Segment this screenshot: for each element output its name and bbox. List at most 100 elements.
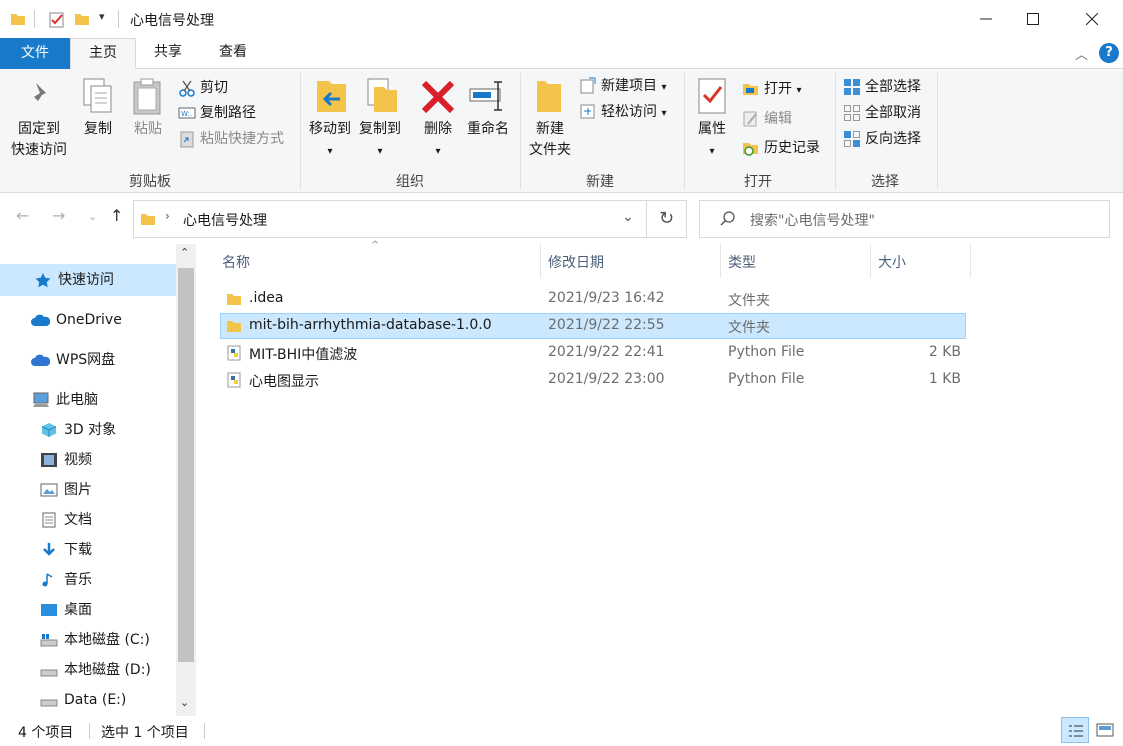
customize-toolbar-chevron-icon[interactable]: ▾ [99,10,105,23]
picture-icon [40,483,58,497]
tab-file[interactable]: 文件 [0,38,70,69]
recent-locations-chevron-icon[interactable]: ⌄ [88,210,97,223]
dropdown-chevron-icon: ▾ [709,146,715,157]
help-icon[interactable]: ? [1099,43,1119,63]
select-none-button[interactable]: 全部取消 [843,102,921,124]
up-arrow-icon[interactable]: ↑ [110,206,123,225]
pin-label-line1: 固定到 [18,121,60,137]
open-button[interactable]: 打开 ▾ [742,78,801,100]
folder-icon [227,294,241,305]
drive-icon [40,669,58,677]
copy-to-icon [367,78,397,112]
easy-access-label: 轻松访问 [601,104,657,120]
move-to-label: 移动到 [309,121,351,137]
sidebar-item-wps[interactable]: WPS网盘 [30,346,115,374]
sidebar-item-label: 桌面 [64,602,92,618]
copy-to-button[interactable]: 复制到 ▾ [354,119,406,162]
new-item-button[interactable]: 新建项目 ▾ [579,75,666,97]
address-bar[interactable]: › 心电信号处理 ⌄ [133,200,647,238]
column-header-size[interactable]: 大小 [878,252,906,272]
maximize-icon [1027,13,1039,25]
move-to-button[interactable]: 移动到 ▾ [304,119,356,162]
new-folder-icon[interactable] [74,11,90,27]
breadcrumb-separator-icon[interactable]: › [165,209,170,223]
window-title: 心电信号处理 [130,13,214,29]
rename-button[interactable]: 重命名 [462,119,514,140]
invert-selection-button[interactable]: 反向选择 [843,128,921,150]
column-divider[interactable] [870,244,871,278]
group-divider [300,73,301,189]
file-row[interactable]: 心电图显示 2021/9/22 23:00 Python File 1 KB [220,367,966,393]
computer-icon [33,392,49,407]
close-button[interactable] [1069,0,1115,38]
sidebar-item-drive-c[interactable]: 本地磁盘 (C:) [40,626,150,654]
column-header-date[interactable]: 修改日期 [548,252,604,272]
maximize-button[interactable] [1010,0,1056,38]
sidebar-item-desktop[interactable]: 桌面 [40,596,92,624]
sidebar-item-drive-d[interactable]: 本地磁盘 (D:) [40,656,151,684]
properties-button[interactable]: 属性 ▾ [692,119,732,162]
tab-share[interactable]: 共享 [136,38,200,69]
refresh-icon: ↻ [658,208,675,229]
sidebar-item-pictures[interactable]: 图片 [40,476,92,504]
edit-label: 编辑 [764,111,792,127]
large-icons-view-button[interactable] [1092,717,1118,743]
sidebar-item-label: 下载 [64,542,92,558]
sidebar-item-documents[interactable]: 文档 [40,506,92,534]
scroll-up-icon[interactable]: ⌃ [180,246,189,259]
details-view-button[interactable] [1061,717,1089,743]
properties-label: 属性 [698,121,726,137]
tab-home[interactable]: 主页 [70,38,136,70]
copy-button[interactable]: 复制 [78,119,118,140]
history-button[interactable]: 历史记录 [742,137,820,159]
select-all-button[interactable]: 全部选择 [843,76,921,98]
refresh-button[interactable]: ↻ [647,200,687,238]
dropdown-chevron-icon: ▾ [377,146,383,157]
sidebar-item-downloads[interactable]: 下载 [40,536,92,564]
collapse-ribbon-icon[interactable]: ︿ [1075,44,1088,63]
back-arrow-icon[interactable]: ← [16,206,29,225]
invert-selection-icon [844,131,860,147]
new-folder-button[interactable]: 新建 文件夹 [522,119,578,161]
cloud-icon [31,354,50,366]
scroll-down-icon[interactable]: ⌄ [180,696,189,709]
properties-icon[interactable] [48,11,66,29]
pin-to-quick-access-button[interactable]: 固定到 快速访问 [4,119,74,161]
sidebar-item-3d-objects[interactable]: 3D 对象 [40,416,116,444]
column-divider[interactable] [970,244,971,278]
breadcrumb-current[interactable]: 心电信号处理 [183,210,267,230]
file-row[interactable]: .idea 2021/9/23 16:42 文件夹 [220,286,966,312]
sidebar-item-videos[interactable]: 视频 [40,446,92,474]
desktop-icon [41,604,57,616]
sidebar-item-quick-access[interactable]: 快速访问 [34,266,114,294]
column-divider[interactable] [720,244,721,278]
cube-icon [41,423,57,437]
dropdown-chevron-icon: ▾ [661,82,667,93]
edit-icon [743,111,757,127]
file-row[interactable]: mit-bih-arrhythmia-database-1.0.0 2021/9… [220,313,966,339]
paste-button[interactable]: 粘贴 [128,119,168,140]
column-header-type[interactable]: 类型 [728,252,756,272]
paste-shortcut-button[interactable]: 粘贴快捷方式 [178,128,284,150]
copy-path-button[interactable]: W:. 复制路径 [178,102,256,124]
easy-access-button[interactable]: 轻松访问 ▾ [579,101,666,123]
minimize-button[interactable] [963,0,1009,38]
scrollbar-thumb[interactable] [178,268,194,662]
tab-view[interactable]: 查看 [200,38,266,69]
delete-label: 删除 [424,121,452,137]
cut-label: 剪切 [200,80,228,96]
search-input[interactable]: 搜索"心电信号处理" [699,200,1110,238]
sidebar-item-drive-e[interactable]: Data (E:) [40,686,126,714]
column-divider[interactable] [540,244,541,278]
edit-button[interactable]: 编辑 [742,108,792,130]
sidebar-item-music[interactable]: 音乐 [40,566,92,594]
column-header-name[interactable]: 名称 [222,252,250,272]
cut-button[interactable]: 剪切 [178,77,228,99]
forward-arrow-icon[interactable]: → [52,206,65,225]
sidebar-item-onedrive[interactable]: OneDrive [30,306,122,334]
sidebar-item-this-pc[interactable]: 此电脑 [32,386,98,414]
delete-button[interactable]: 删除 ▾ [416,119,460,162]
title-bar: ▾ 心电信号处理 [0,0,1123,38]
address-dropdown-chevron-icon[interactable]: ⌄ [622,209,634,225]
file-row[interactable]: MIT-BHI中值滤波 2021/9/22 22:41 Python File … [220,340,966,366]
